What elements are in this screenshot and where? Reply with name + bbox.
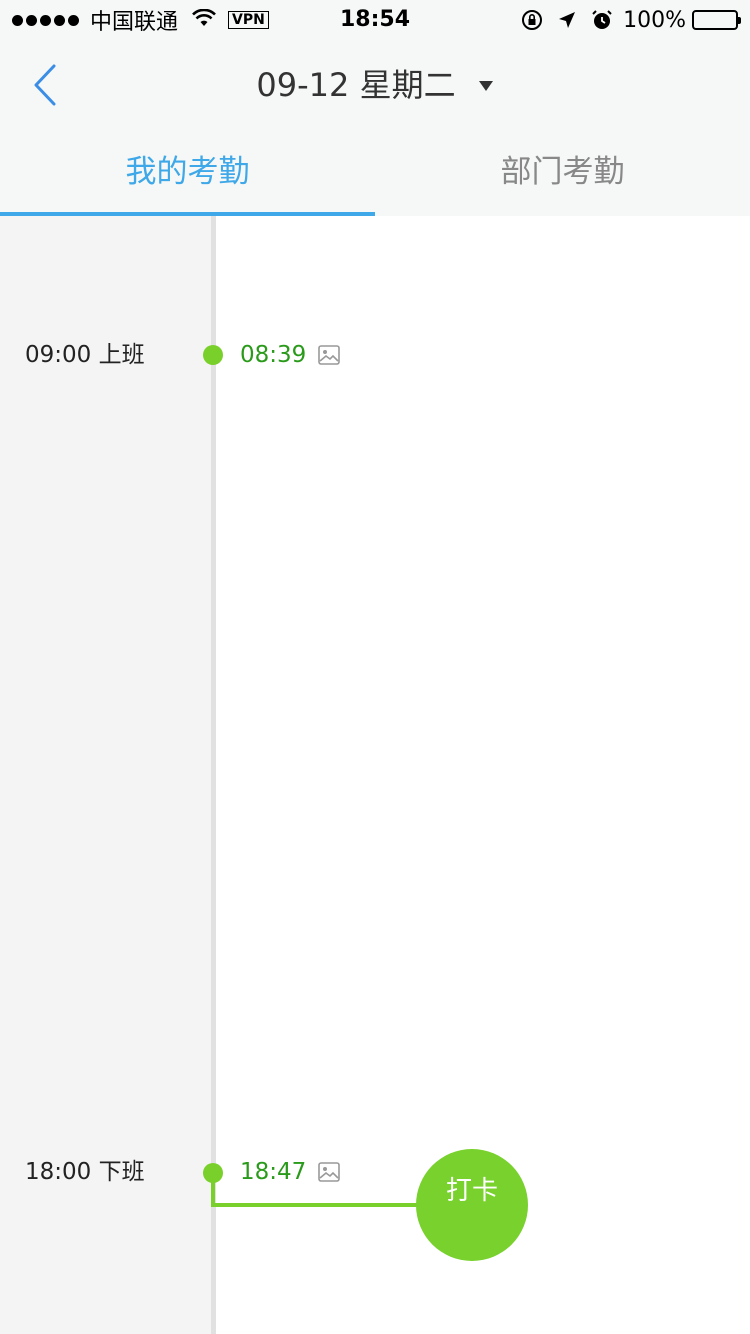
- alarm-icon: [591, 9, 613, 31]
- battery-icon: [692, 10, 741, 30]
- schedule-label-start: 09:00 上班: [25, 342, 145, 368]
- battery-percent: 100%: [623, 7, 686, 33]
- caret-down-icon: [478, 60, 494, 102]
- tab-my-attendance[interactable]: 我的考勤: [0, 130, 375, 216]
- date-selector[interactable]: 09-12 星期二: [0, 64, 750, 108]
- punch-time-end: 18:47: [240, 1159, 307, 1185]
- image-icon[interactable]: [318, 345, 340, 365]
- punch-connector-horizontal: [211, 1203, 421, 1207]
- status-bar: 中国联通 VPN 18:54 100%: [0, 0, 750, 40]
- image-icon[interactable]: [318, 1162, 340, 1182]
- clock-in-button[interactable]: 打卡: [416, 1149, 528, 1261]
- timeline-node: [203, 345, 223, 365]
- page-title: 09-12 星期二: [256, 66, 456, 104]
- location-arrow-icon: [557, 10, 577, 30]
- tab-bar: 我的考勤 部门考勤: [0, 130, 750, 216]
- punch-time-start: 08:39: [240, 342, 307, 368]
- lock-rotation-icon: [521, 9, 543, 31]
- nav-header: 09-12 星期二: [0, 40, 750, 130]
- attendance-timeline: 09:00 上班 08:39 18:00 下班 18:47 打卡: [0, 216, 750, 1334]
- schedule-label-end: 18:00 下班: [25, 1159, 145, 1185]
- status-right: 100%: [507, 6, 741, 34]
- timeline-node: [203, 1163, 223, 1183]
- tab-department-attendance[interactable]: 部门考勤: [375, 130, 750, 216]
